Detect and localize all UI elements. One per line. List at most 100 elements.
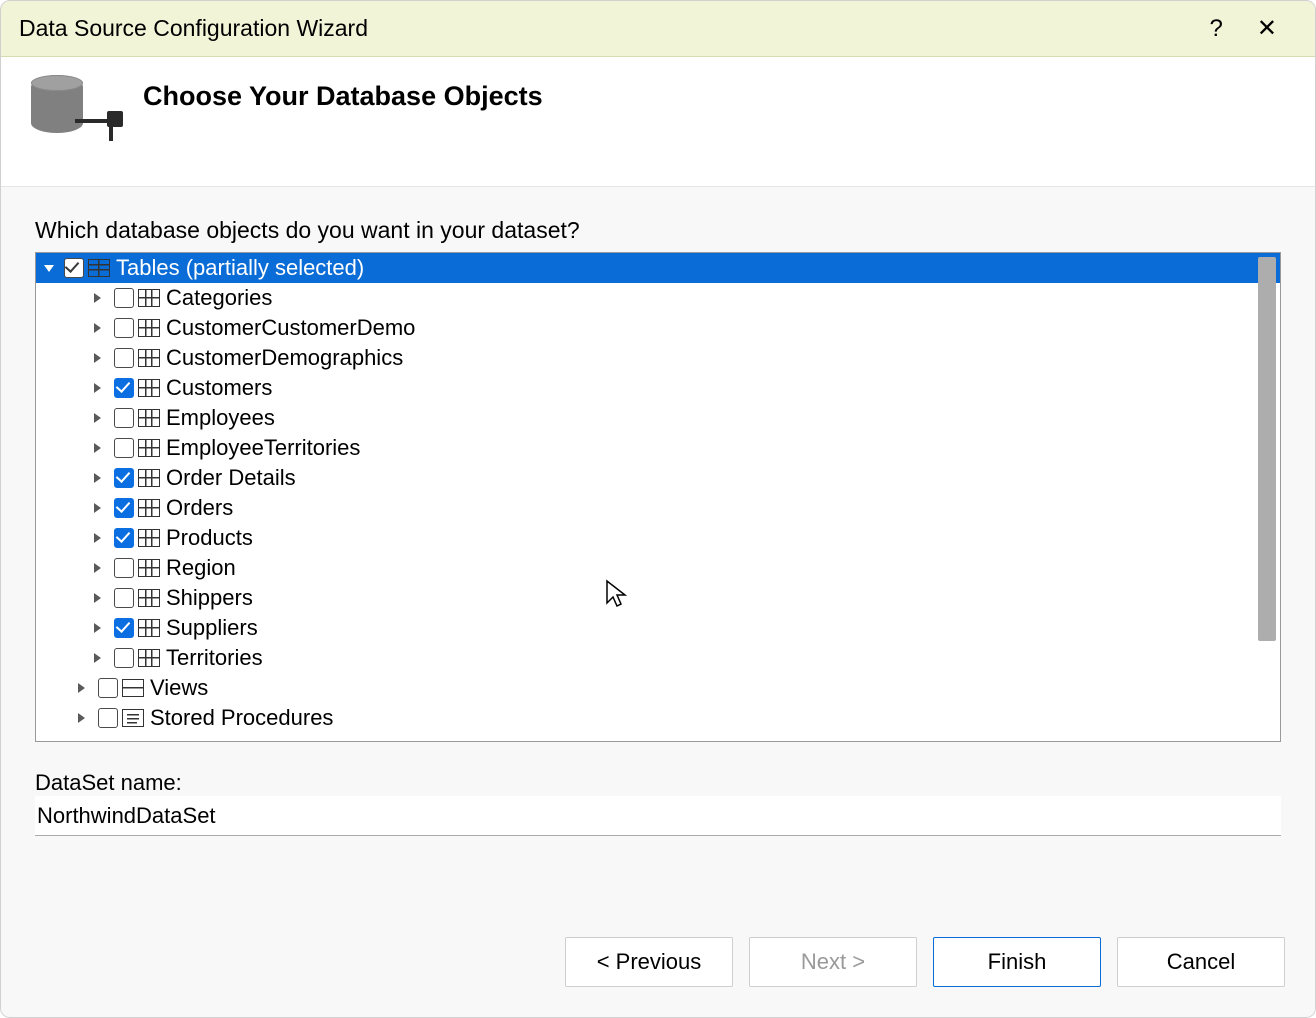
checkbox[interactable] <box>98 708 118 728</box>
wizard-header: Choose Your Database Objects <box>1 57 1315 187</box>
tree-table-order-details[interactable]: Order Details <box>36 463 1280 493</box>
tree-item-label: Categories <box>166 285 272 311</box>
expand-icon[interactable] <box>94 473 108 483</box>
tree-item-label: Shippers <box>166 585 253 611</box>
tree-views[interactable]: Views <box>36 673 1280 703</box>
tree-item-label: Orders <box>166 495 233 521</box>
tree-table-products[interactable]: Products <box>36 523 1280 553</box>
help-button[interactable]: ? <box>1210 17 1223 41</box>
tree-table-customers[interactable]: Customers <box>36 373 1280 403</box>
tree-table-employeeterritories[interactable]: EmployeeTerritories <box>36 433 1280 463</box>
expand-icon[interactable] <box>94 653 108 663</box>
tree-item-label: Views <box>150 675 208 701</box>
database-icon <box>31 75 113 147</box>
tree-item-label: Tables (partially selected) <box>116 255 364 281</box>
tree-item-label: Employees <box>166 405 275 431</box>
stored-procedures-icon <box>122 709 144 727</box>
tree-item-label: CustomerDemographics <box>166 345 403 371</box>
tree-item-label: Products <box>166 525 253 551</box>
tree-table-suppliers[interactable]: Suppliers <box>36 613 1280 643</box>
table-icon <box>138 409 160 427</box>
cancel-button[interactable]: Cancel <box>1117 937 1285 987</box>
dataset-name-input[interactable] <box>35 796 1281 836</box>
titlebar: Data Source Configuration Wizard ? ✕ <box>1 1 1315 57</box>
expand-icon[interactable] <box>78 683 92 693</box>
checkbox[interactable] <box>114 318 134 338</box>
tree-item-label: Order Details <box>166 465 296 491</box>
finish-button[interactable]: Finish <box>933 937 1101 987</box>
previous-button[interactable]: < Previous <box>565 937 733 987</box>
expand-icon[interactable] <box>94 623 108 633</box>
checkbox[interactable] <box>114 498 134 518</box>
checkbox[interactable] <box>114 528 134 548</box>
expand-icon[interactable] <box>94 563 108 573</box>
table-icon <box>138 469 160 487</box>
tree-table-customerdemographics[interactable]: CustomerDemographics <box>36 343 1280 373</box>
checkbox[interactable] <box>114 588 134 608</box>
prompt-text: Which database objects do you want in yo… <box>35 217 1281 244</box>
tree-scroll-thumb[interactable] <box>1258 257 1276 641</box>
tree-stored-procedures[interactable]: Stored Procedures <box>36 703 1280 733</box>
tree-table-customercustomerdemo[interactable]: CustomerCustomerDemo <box>36 313 1280 343</box>
close-button[interactable]: ✕ <box>1257 17 1277 41</box>
expand-icon[interactable] <box>94 413 108 423</box>
checkbox[interactable] <box>114 408 134 428</box>
expand-icon[interactable] <box>94 593 108 603</box>
table-icon <box>138 319 160 337</box>
collapse-icon[interactable] <box>44 265 58 272</box>
finish-button-label: Finish <box>988 949 1047 975</box>
checkbox[interactable] <box>114 618 134 638</box>
tree-scrollbar[interactable] <box>1258 257 1276 737</box>
tree-item-label: Stored Procedures <box>150 705 333 731</box>
wizard-content: Which database objects do you want in yo… <box>1 187 1315 907</box>
checkbox[interactable] <box>98 678 118 698</box>
page-title: Choose Your Database Objects <box>143 81 543 112</box>
expand-icon[interactable] <box>78 713 92 723</box>
expand-icon[interactable] <box>94 443 108 453</box>
dataset-name-label: DataSet name: <box>35 770 1281 796</box>
tree-table-shippers[interactable]: Shippers <box>36 583 1280 613</box>
tree-item-label: Suppliers <box>166 615 258 641</box>
checkbox[interactable] <box>114 468 134 488</box>
tree-table-territories[interactable]: Territories <box>36 643 1280 673</box>
table-icon <box>138 439 160 457</box>
cancel-button-label: Cancel <box>1167 949 1235 975</box>
tree-item-label: CustomerCustomerDemo <box>166 315 415 341</box>
tree-table-categories[interactable]: Categories <box>36 283 1280 313</box>
table-icon <box>138 379 160 397</box>
tables-folder-icon <box>88 259 110 277</box>
next-button-label: Next > <box>801 949 865 975</box>
tree-item-label: Customers <box>166 375 272 401</box>
table-icon <box>138 619 160 637</box>
table-icon <box>138 529 160 547</box>
table-icon <box>138 559 160 577</box>
tree-table-employees[interactable]: Employees <box>36 403 1280 433</box>
checkbox[interactable] <box>114 558 134 578</box>
tree-root-tables[interactable]: Tables (partially selected) <box>36 253 1280 283</box>
expand-icon[interactable] <box>94 503 108 513</box>
checkbox[interactable] <box>114 378 134 398</box>
checkbox[interactable] <box>114 288 134 308</box>
object-tree[interactable]: Tables (partially selected) Categories Cus… <box>36 253 1280 741</box>
expand-icon[interactable] <box>94 383 108 393</box>
checkbox[interactable] <box>114 648 134 668</box>
next-button: Next > <box>749 937 917 987</box>
table-icon <box>138 289 160 307</box>
expand-icon[interactable] <box>94 533 108 543</box>
window-title: Data Source Configuration Wizard <box>19 15 368 42</box>
tree-item-label: Region <box>166 555 236 581</box>
previous-button-label: < Previous <box>597 949 702 975</box>
table-icon <box>138 589 160 607</box>
wizard-footer: < Previous Next > Finish Cancel <box>1 907 1315 1017</box>
expand-icon[interactable] <box>94 353 108 363</box>
checkbox[interactable] <box>114 438 134 458</box>
table-icon <box>138 349 160 367</box>
tree-table-orders[interactable]: Orders <box>36 493 1280 523</box>
tree-table-region[interactable]: Region <box>36 553 1280 583</box>
expand-icon[interactable] <box>94 323 108 333</box>
checkbox[interactable] <box>114 348 134 368</box>
checkbox[interactable] <box>64 258 84 278</box>
views-icon <box>122 679 144 697</box>
expand-icon[interactable] <box>94 293 108 303</box>
titlebar-controls: ? ✕ <box>1210 1 1315 56</box>
